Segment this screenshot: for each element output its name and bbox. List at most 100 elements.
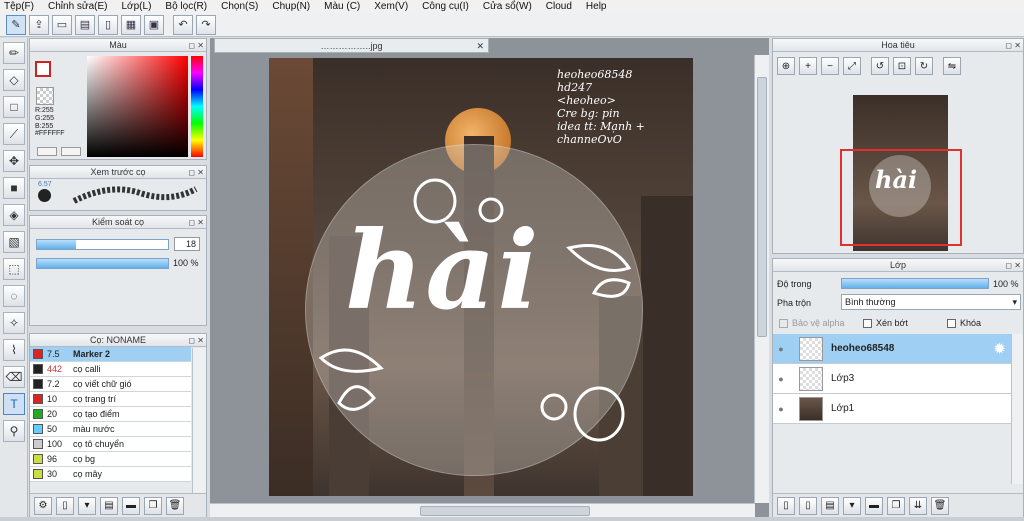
gear-icon[interactable]: ✹ — [994, 341, 1005, 357]
flip-icon[interactable]: ⇋ — [943, 57, 961, 75]
comment-icon[interactable]: ▤ — [75, 14, 95, 35]
close-icon[interactable]: ✕ — [476, 39, 484, 53]
menu-select[interactable]: Chọn(S) — [221, 1, 258, 12]
stabilizer-icon[interactable]: ✎ — [6, 14, 26, 35]
brush-export-icon[interactable]: ▤ — [100, 496, 118, 515]
eraser-tool-icon[interactable]: ◇ — [3, 69, 25, 91]
brush-list-item[interactable]: 442 cọ calli — [30, 362, 191, 377]
folder-icon[interactable]: ▬ — [122, 496, 140, 515]
chat-icon[interactable]: ▭ — [52, 14, 72, 35]
layer-row[interactable]: ● Lớp1 — [773, 394, 1011, 424]
visibility-eye-icon[interactable]: ● — [773, 344, 789, 354]
gradient-tool-icon[interactable]: ▧ — [3, 231, 25, 253]
layer-row[interactable]: ● heoheo68548 ✹ — [773, 334, 1011, 364]
line-tool-icon[interactable]: ⟋ — [3, 123, 25, 145]
brush-list-item[interactable]: 7.2 cọ viết chữ gió — [30, 377, 191, 392]
color-mode-button-2[interactable] — [61, 147, 81, 156]
brush-list-item[interactable]: 30 cọ mây — [30, 467, 191, 482]
magic-wand-icon[interactable]: ✧ — [3, 312, 25, 334]
menu-file[interactable]: Tệp(F) — [4, 1, 34, 12]
brush-list-item[interactable]: 96 cọ bg — [30, 452, 191, 467]
layer-list-scrollbar[interactable] — [1011, 334, 1023, 484]
rotate-right-icon[interactable]: ↻ — [915, 57, 933, 75]
duplicate-icon[interactable]: ❐ — [144, 496, 162, 515]
layer-opacity-slider[interactable] — [841, 278, 989, 289]
menu-cloud[interactable]: Cloud — [546, 1, 572, 12]
sv-square[interactable] — [87, 56, 188, 157]
brush-list-item[interactable]: 20 cọ tạo điểm — [30, 407, 191, 422]
layer-menu-icon[interactable]: ▾ — [843, 496, 861, 515]
rect-tool-icon[interactable]: □ — [3, 96, 25, 118]
zoom-fit-icon[interactable]: ⊕ — [777, 57, 795, 75]
panel-icon[interactable]: ▣ — [144, 14, 164, 35]
visibility-eye-icon[interactable]: ● — [773, 374, 789, 384]
vertical-scroll-thumb[interactable] — [757, 77, 767, 337]
brush-list-item[interactable]: 7.5 Marker 2 — [30, 347, 191, 362]
menu-layer[interactable]: Lớp(L) — [122, 1, 152, 12]
zoom-actual-icon[interactable]: ⤢ — [843, 57, 861, 75]
layer-list-icon[interactable]: ▦ — [121, 14, 141, 35]
new-layer-icon[interactable]: ▯ — [799, 496, 817, 515]
lasso-tool-icon[interactable]: ◌ — [3, 285, 25, 307]
select-rect-icon[interactable]: ⬚ — [3, 258, 25, 280]
duplicate-layer-icon[interactable]: ❐ — [887, 496, 905, 515]
menu-capture[interactable]: Chụp(N) — [272, 1, 310, 12]
rotate-reset-icon[interactable]: ⊡ — [893, 57, 911, 75]
hue-bar[interactable] — [191, 56, 203, 157]
brush-list-item[interactable]: 50 màu nước — [30, 422, 191, 437]
text-tool-icon[interactable]: T — [3, 393, 25, 415]
layer-folder-icon[interactable]: ▬ — [865, 496, 883, 515]
delete-layer-icon[interactable]: 🗑 — [931, 496, 949, 515]
bucket-tool-icon[interactable]: ◈ — [3, 204, 25, 226]
zoom-out-icon[interactable]: − — [821, 57, 839, 75]
document-tab[interactable]: ……………..jpg ✕ — [214, 38, 489, 53]
delete-brush-icon[interactable]: 🗑 — [166, 496, 184, 515]
brush-opacity-slider[interactable] — [36, 258, 169, 269]
menu-help[interactable]: Help — [586, 1, 607, 12]
visibility-eye-icon[interactable]: ● — [773, 404, 789, 414]
brush-size-slider[interactable] — [36, 239, 169, 250]
brush-menu-icon[interactable]: ▾ — [78, 496, 96, 515]
brush-tool-icon[interactable]: ✏ — [3, 42, 25, 64]
menu-tools[interactable]: Công cụ(I) — [422, 1, 469, 12]
rotate-left-icon[interactable]: ↺ — [871, 57, 889, 75]
canvas-vertical-scrollbar[interactable] — [754, 55, 769, 503]
brush-size: 100 — [47, 439, 63, 449]
menu-window[interactable]: Cửa sổ(W) — [483, 1, 532, 12]
select-eraser-icon[interactable]: ⌫ — [3, 366, 25, 388]
color-mode-button[interactable] — [37, 147, 57, 156]
new-brush-icon[interactable]: ▯ — [56, 496, 74, 515]
layer-row[interactable]: ● Lớp3 — [773, 364, 1011, 394]
artwork-canvas[interactable]: heoheo68548 hd247 <heoheo> Cre bg: pin i… — [269, 58, 693, 496]
navigator-viewport-frame[interactable] — [840, 149, 962, 246]
menu-filter[interactable]: Bộ lọc(R) — [165, 1, 207, 12]
brush-settings-icon[interactable]: ⚙ — [34, 496, 52, 515]
new-color-layer-icon[interactable]: ▯ — [777, 496, 795, 515]
brush-list-item[interactable]: 10 cọ trang trí — [30, 392, 191, 407]
redo-icon[interactable]: ↷ — [196, 14, 216, 35]
brush-list-scrollbar[interactable] — [192, 348, 206, 494]
menu-edit[interactable]: Chỉnh sửa(E) — [48, 1, 108, 12]
undo-icon[interactable]: ↶ — [173, 14, 193, 35]
brush-size-value[interactable]: 18 — [174, 237, 200, 251]
zoom-in-icon[interactable]: + — [799, 57, 817, 75]
eyedropper-icon[interactable]: ⚲ — [3, 420, 25, 442]
select-pen-icon[interactable]: ⌇ — [3, 339, 25, 361]
blend-mode-select[interactable]: Bình thường ▾ — [841, 294, 1021, 310]
protect-alpha-checkbox[interactable]: Bảo vệ alpha — [779, 318, 845, 328]
menu-view[interactable]: Xem(V) — [374, 1, 408, 12]
fill-rect-icon[interactable]: ■ — [3, 177, 25, 199]
menu-color[interactable]: Màu (C) — [324, 1, 360, 12]
move-tool-icon[interactable]: ✥ — [3, 150, 25, 172]
export-icon[interactable]: ⇪ — [29, 14, 49, 35]
new-1bit-layer-icon[interactable]: ▤ — [821, 496, 839, 515]
brush-list-item[interactable]: 100 cọ tô chuyển — [30, 437, 191, 452]
clipping-checkbox[interactable]: Xén bớt — [863, 318, 908, 328]
canvas-horizontal-scrollbar[interactable] — [210, 503, 755, 518]
merge-layer-icon[interactable]: ⇊ — [909, 496, 927, 515]
foreground-swatch[interactable] — [35, 61, 51, 77]
horizontal-scroll-thumb[interactable] — [420, 506, 590, 516]
document-icon[interactable]: ▯ — [98, 14, 118, 35]
lock-checkbox[interactable]: Khóa — [947, 318, 981, 328]
transparent-swatch[interactable] — [36, 87, 54, 105]
